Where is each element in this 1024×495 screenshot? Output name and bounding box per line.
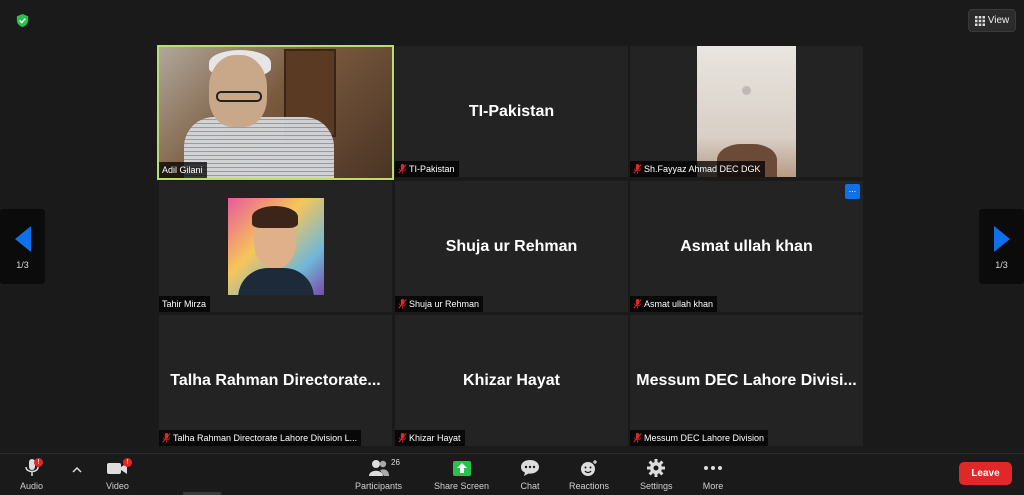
muted-mic-icon xyxy=(162,433,171,443)
arrow-right-icon xyxy=(993,225,1010,252)
video-tile-asmat-ullah-khan[interactable]: ... Asmat ullah khan Asmat ullah khan xyxy=(630,181,863,312)
previous-page-button[interactable]: 1/3 xyxy=(0,209,45,284)
share-screen-icon xyxy=(452,461,471,476)
participant-display-name: Shuja ur Rehman xyxy=(445,237,578,255)
video-tile-fayyaz-ahmad[interactable]: Sh.Fayyaz Ahmad DEC DGK xyxy=(630,46,863,177)
participants-button[interactable]: 26 Participants xyxy=(355,458,402,491)
muted-mic-icon xyxy=(398,299,407,309)
audio-label: Audio xyxy=(20,481,44,491)
reactions-button[interactable]: Reactions xyxy=(569,458,609,491)
video-tile-talha-rahman[interactable]: Talha Rahman Directorate... Talha Rahman… xyxy=(159,315,392,446)
reactions-label: Reactions xyxy=(569,481,610,491)
next-page-button[interactable]: 1/3 xyxy=(979,209,1024,284)
muted-mic-icon xyxy=(633,433,642,443)
audio-warning-badge: ! xyxy=(34,458,43,467)
audio-button[interactable]: ! Audio xyxy=(20,458,43,491)
grid-icon xyxy=(974,15,985,26)
participant-count: 26 xyxy=(391,458,400,467)
video-tile-khizar-hayat[interactable]: Khizar Hayat Khizar Hayat xyxy=(395,315,628,446)
settings-label: Settings xyxy=(640,481,673,491)
chevron-up-icon[interactable] xyxy=(70,464,84,476)
leave-button[interactable]: Leave xyxy=(959,462,1012,485)
video-tile-adil-gilani[interactable]: Adil Gilani xyxy=(157,45,394,180)
participant-video xyxy=(697,46,796,177)
share-screen-button[interactable]: Share Screen xyxy=(434,458,489,491)
smiley-plus-icon xyxy=(581,460,598,476)
chat-label: Chat xyxy=(520,481,540,491)
muted-mic-icon xyxy=(633,164,642,174)
shield-check-icon[interactable] xyxy=(15,13,30,28)
muted-mic-icon xyxy=(633,299,642,309)
participant-name-label: Talha Rahman Directorate Lahore Division… xyxy=(159,430,362,446)
video-tile-ti-pakistan[interactable]: TI-Pakistan TI-Pakistan xyxy=(395,46,628,177)
video-warning-badge: ! xyxy=(123,458,132,467)
participant-name-label: Messum DEC Lahore Division xyxy=(630,430,769,446)
view-button[interactable]: View xyxy=(968,9,1016,32)
more-dots-icon xyxy=(704,466,722,470)
participant-name-label: Tahir Mirza xyxy=(159,296,211,312)
video-tile-messum-dec[interactable]: Messum DEC Lahore Divisi... Messum DEC L… xyxy=(630,315,863,446)
participant-profile-photo xyxy=(228,198,324,295)
participant-display-name: Asmat ullah khan xyxy=(680,237,813,255)
more-label: More xyxy=(702,481,724,491)
participants-label: Participants xyxy=(355,481,403,491)
video-button[interactable]: ! Video xyxy=(106,458,132,491)
participant-name-label: Khizar Hayat xyxy=(395,430,465,446)
settings-button[interactable]: Settings xyxy=(640,458,673,491)
page-indicator-right: 1/3 xyxy=(995,259,1008,270)
participant-name-label: Asmat ullah khan xyxy=(630,296,718,312)
chat-button[interactable]: Chat xyxy=(519,458,541,491)
participant-display-name: TI-Pakistan xyxy=(468,102,555,120)
more-button[interactable]: More xyxy=(702,458,724,491)
gear-icon xyxy=(647,459,666,477)
participant-name-label: Shuja ur Rehman xyxy=(395,296,484,312)
participant-name-label: Adil Gilani xyxy=(159,162,207,178)
participant-display-name: Messum DEC Lahore Divisi... xyxy=(636,371,857,389)
participant-name-label: TI-Pakistan xyxy=(395,161,459,177)
tile-more-options-button[interactable]: ... xyxy=(845,184,860,199)
participant-video xyxy=(159,47,392,178)
arrow-left-icon xyxy=(14,225,31,252)
page-indicator-left: 1/3 xyxy=(16,259,29,270)
chat-bubble-icon xyxy=(521,460,539,476)
participant-name-label: Sh.Fayyaz Ahmad DEC DGK xyxy=(630,161,765,177)
participants-icon xyxy=(368,460,389,476)
share-screen-label: Share Screen xyxy=(434,481,490,491)
muted-mic-icon xyxy=(398,164,407,174)
participant-display-name: Khizar Hayat xyxy=(463,371,560,389)
video-tile-shuja-ur-rehman[interactable]: Shuja ur Rehman Shuja ur Rehman xyxy=(395,181,628,312)
video-tile-tahir-mirza[interactable]: Tahir Mirza xyxy=(159,181,392,312)
participant-display-name: Talha Rahman Directorate... xyxy=(170,371,381,389)
video-label: Video xyxy=(106,481,129,491)
view-label: View xyxy=(987,15,1010,26)
meeting-toolbar xyxy=(0,453,1024,495)
muted-mic-icon xyxy=(398,433,407,443)
